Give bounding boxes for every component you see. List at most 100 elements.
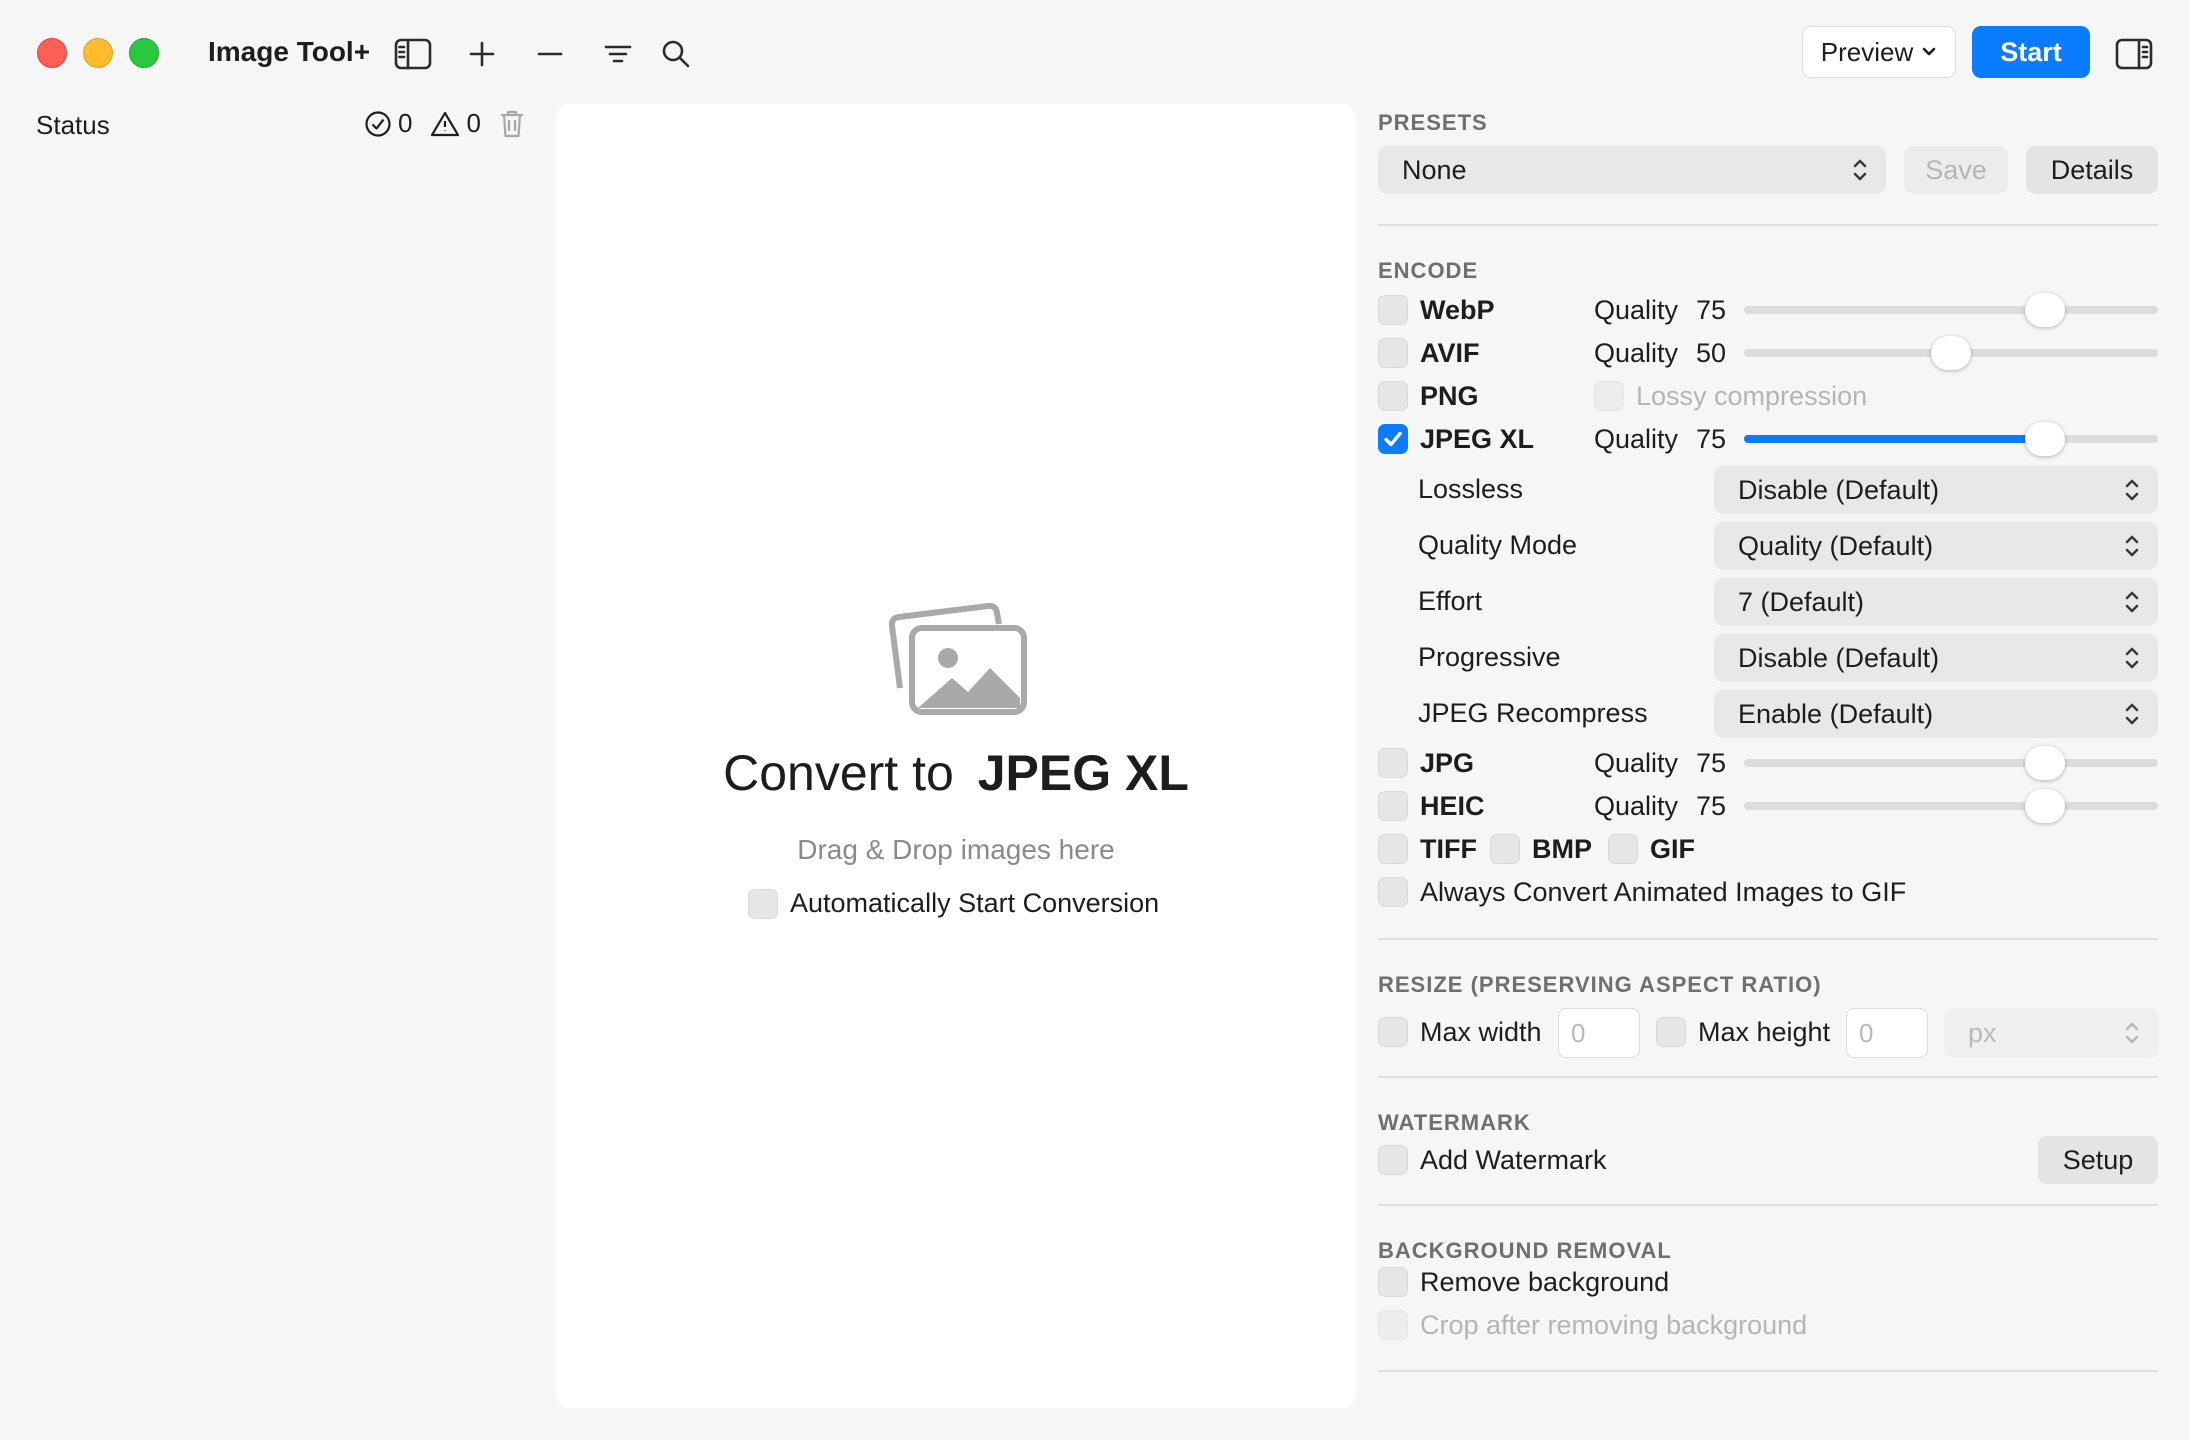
trash-icon[interactable] (499, 109, 525, 139)
tiff-checkbox[interactable] (1378, 834, 1408, 864)
tiff-label: TIFF (1420, 833, 1477, 864)
updown-chevron-icon (2125, 535, 2139, 557)
plus-icon[interactable] (462, 34, 502, 74)
max-height-option[interactable]: Max height (1656, 1014, 1830, 1050)
slider-knob[interactable] (1931, 336, 1971, 370)
webp-checkbox[interactable] (1378, 295, 1408, 325)
jxl-quality-mode-select[interactable]: Quality (Default) (1714, 522, 2158, 570)
max-width-label: Max width (1420, 1016, 1542, 1047)
status-label: Status (36, 110, 110, 140)
window-close-button[interactable] (37, 38, 67, 68)
lossy-compression-label: Lossy compression (1636, 380, 1868, 411)
jxl-checkbox[interactable] (1378, 424, 1408, 454)
gif-option[interactable]: GIF (1608, 834, 1695, 865)
jpg-label: JPG (1420, 747, 1475, 778)
jxl-lossless-select[interactable]: Disable (Default) (1714, 466, 2158, 514)
convert-title-prefix: Convert to (723, 745, 954, 801)
avif-option[interactable]: AVIF (1378, 338, 1480, 369)
auto-start-option[interactable]: Automatically Start Conversion (748, 888, 1159, 919)
crop-after-removal-checkbox (1378, 1310, 1408, 1340)
avif-quality-slider[interactable] (1744, 336, 2158, 370)
add-watermark-checkbox[interactable] (1378, 1145, 1408, 1175)
jxl-progressive-value: Disable (Default) (1738, 642, 1940, 673)
jxl-quality-slider[interactable] (1744, 422, 2158, 456)
jxl-progressive-label: Progressive (1418, 642, 1561, 672)
webp-quality-value: 75 (1696, 294, 1727, 325)
bmp-option[interactable]: BMP (1490, 834, 1592, 865)
auto-start-checkbox[interactable] (748, 888, 778, 919)
updown-chevron-icon (1853, 159, 1867, 181)
jpg-quality-label: Quality (1594, 747, 1679, 778)
jpg-quality-slider[interactable] (1744, 746, 2158, 780)
preset-selected: None (1402, 154, 1467, 185)
jxl-quality-label: Quality (1594, 423, 1679, 454)
window-minimize-button[interactable] (83, 38, 113, 68)
divider (1378, 224, 2158, 226)
inspector-toggle-icon[interactable] (2112, 34, 2156, 74)
max-width-option[interactable]: Max width (1378, 1014, 1542, 1050)
slider-knob[interactable] (2024, 293, 2065, 327)
slider-knob[interactable] (2024, 746, 2065, 780)
search-icon[interactable] (656, 34, 696, 74)
preset-details-button[interactable]: Details (2026, 146, 2158, 194)
minus-icon[interactable] (530, 34, 570, 74)
jxl-recompress-label: JPEG Recompress (1418, 698, 1648, 728)
divider (1378, 938, 2158, 940)
webp-quality-slider[interactable] (1744, 293, 2158, 327)
tiff-option[interactable]: TIFF (1378, 834, 1477, 865)
divider (1378, 1204, 2158, 1206)
bmp-checkbox[interactable] (1490, 834, 1520, 864)
animated-gif-option[interactable]: Always Convert Animated Images to GIF (1378, 874, 1906, 910)
max-height-checkbox[interactable] (1656, 1017, 1686, 1047)
jpg-row: JPG Quality 75 (1378, 745, 2158, 781)
slider-knob[interactable] (2024, 422, 2065, 456)
crop-after-removal-option: Crop after removing background (1378, 1307, 1807, 1343)
updown-chevron-icon (2125, 479, 2139, 501)
start-button[interactable]: Start (1972, 26, 2090, 78)
webp-option[interactable]: WebP (1378, 295, 1495, 326)
webp-quality-label: Quality (1594, 294, 1679, 325)
jpg-option[interactable]: JPG (1378, 748, 1474, 779)
heic-quality-slider[interactable] (1744, 789, 2158, 823)
animated-gif-checkbox[interactable] (1378, 877, 1408, 907)
watermark-setup-button[interactable]: Setup (2038, 1136, 2158, 1184)
preset-select[interactable]: None (1378, 146, 1886, 194)
png-option[interactable]: PNG (1378, 381, 1479, 412)
jxl-progressive-select[interactable]: Disable (Default) (1714, 634, 2158, 682)
remove-background-label: Remove background (1420, 1266, 1670, 1297)
window-zoom-button[interactable] (129, 38, 159, 68)
save-preset-button[interactable]: Save (1904, 146, 2008, 194)
add-watermark-option[interactable]: Add Watermark (1378, 1142, 1607, 1178)
warning-count: 0 (466, 108, 481, 138)
avif-quality-value: 50 (1696, 337, 1727, 368)
png-checkbox[interactable] (1378, 381, 1408, 411)
remove-background-checkbox[interactable] (1378, 1267, 1408, 1297)
sidebar-toggle-icon[interactable] (393, 34, 433, 74)
heic-option[interactable]: HEIC (1378, 791, 1485, 822)
heic-checkbox[interactable] (1378, 791, 1408, 821)
remove-background-option[interactable]: Remove background (1378, 1264, 1669, 1300)
preview-dropdown-button[interactable]: Preview (1802, 26, 1956, 78)
resize-unit-select[interactable]: px (1944, 1008, 2158, 1058)
max-width-input[interactable]: 0 (1558, 1008, 1640, 1058)
max-width-checkbox[interactable] (1378, 1017, 1408, 1047)
filter-lines-icon[interactable] (598, 34, 638, 74)
jxl-effort-value: 7 (Default) (1738, 586, 1865, 617)
webp-label: WebP (1420, 294, 1495, 325)
crop-after-removal-label: Crop after removing background (1420, 1309, 1808, 1340)
max-height-input[interactable]: 0 (1846, 1008, 1928, 1058)
avif-checkbox[interactable] (1378, 338, 1408, 368)
slider-knob[interactable] (2024, 789, 2065, 823)
jxl-option[interactable]: JPEG XL (1378, 424, 1534, 455)
jpg-checkbox[interactable] (1378, 748, 1408, 778)
background-removal-header: BACKGROUND REMOVAL (1378, 1238, 1672, 1263)
jxl-lossless-value: Disable (Default) (1738, 474, 1940, 505)
updown-chevron-icon (2125, 1022, 2139, 1044)
jxl-effort-select[interactable]: 7 (Default) (1714, 578, 2158, 626)
presets-header: PRESETS (1378, 110, 1488, 135)
jxl-label: JPEG XL (1420, 423, 1535, 454)
gif-checkbox[interactable] (1608, 834, 1638, 864)
jxl-effort-label: Effort (1418, 586, 1483, 616)
jxl-recompress-select[interactable]: Enable (Default) (1714, 690, 2158, 738)
drop-zone[interactable]: Convert to JPEG XL Drag & Drop images he… (556, 104, 1356, 1408)
